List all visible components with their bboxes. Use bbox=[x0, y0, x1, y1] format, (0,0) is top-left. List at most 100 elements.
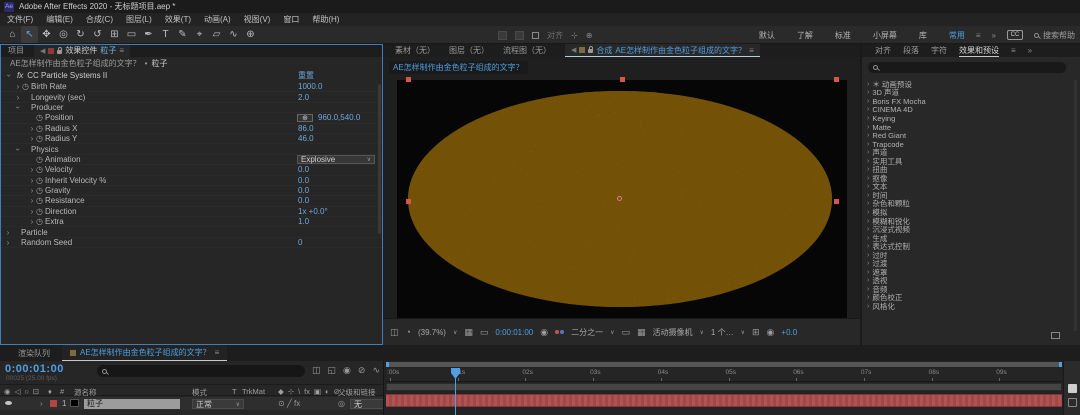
effect-category-row[interactable]: CINEMA 4D bbox=[862, 106, 1072, 115]
lock-icon[interactable]: ⊡ bbox=[33, 387, 39, 396]
blend-mode-dropdown[interactable]: 正常∨ bbox=[192, 399, 244, 409]
expand-chevron-icon[interactable] bbox=[28, 207, 36, 216]
effect-center-point[interactable] bbox=[617, 196, 622, 201]
effect-category-row[interactable]: 实用工具 bbox=[862, 157, 1072, 166]
selection-handle[interactable] bbox=[834, 199, 839, 204]
zoom-tool[interactable]: ◎ bbox=[55, 26, 72, 43]
workspace-tab[interactable]: 小屏幕 bbox=[873, 30, 897, 41]
selection-handle[interactable] bbox=[834, 77, 839, 82]
expand-chevron-icon[interactable] bbox=[28, 165, 36, 174]
expand-icon[interactable] bbox=[867, 243, 869, 250]
expand-chevron-icon[interactable] bbox=[4, 228, 12, 237]
effect-category-row[interactable]: Red Giant bbox=[862, 131, 1072, 140]
panel-menu-icon[interactable]: ≡ bbox=[119, 46, 124, 55]
effect-property-row[interactable]: Inherit Velocity % ⊕ 0.0 bbox=[0, 176, 383, 186]
expand-icon[interactable] bbox=[867, 89, 869, 96]
expand-chevron-icon[interactable] bbox=[28, 217, 36, 226]
property-value[interactable]: 46.0 bbox=[298, 134, 314, 143]
effect-category-row[interactable]: 扭曲 bbox=[862, 165, 1072, 174]
lock-icon[interactable] bbox=[588, 49, 593, 53]
expand-icon[interactable] bbox=[867, 226, 869, 233]
effect-property-row[interactable]: Direction ⊕ 1x +0.0° bbox=[0, 207, 383, 217]
expand-icon[interactable] bbox=[867, 132, 869, 139]
menu-item[interactable]: 合成(C) bbox=[86, 14, 113, 25]
clone-stamp-tool[interactable]: ⌖ bbox=[191, 26, 208, 43]
view-layout-dropdown[interactable]: 1 个… bbox=[711, 327, 734, 338]
expand-icon[interactable] bbox=[867, 166, 869, 173]
hand-tool[interactable]: ✥ bbox=[38, 26, 55, 43]
expand-icon[interactable] bbox=[867, 98, 869, 105]
stopwatch-icon[interactable] bbox=[36, 155, 45, 164]
work-area-bar[interactable] bbox=[386, 383, 1062, 391]
effect-category-row[interactable]: 风格化 bbox=[862, 302, 1072, 311]
tab-back-icon[interactable]: ◀ bbox=[571, 46, 576, 54]
selection-handle[interactable] bbox=[406, 199, 411, 204]
expand-icon[interactable] bbox=[867, 303, 869, 310]
stopwatch-icon[interactable] bbox=[36, 196, 45, 205]
current-timecode[interactable]: 0:00:01:00 bbox=[5, 363, 64, 375]
tab-composition[interactable]: ◀ 合成 AE怎样制作由金色粒子组成的文字？ ≡ bbox=[565, 44, 760, 57]
stopwatch-icon[interactable] bbox=[36, 113, 45, 122]
stopwatch-icon[interactable] bbox=[36, 176, 45, 185]
menu-item[interactable]: 窗口 bbox=[283, 14, 299, 25]
show-channels-icon[interactable] bbox=[555, 330, 564, 334]
stopwatch-icon[interactable] bbox=[36, 217, 45, 226]
workspace-tab[interactable]: 标准 bbox=[835, 30, 851, 41]
property-value[interactable]: 0.0 bbox=[298, 186, 309, 195]
snap-more-icon[interactable]: ⊕ bbox=[586, 31, 593, 40]
pixel-aspect-icon[interactable]: ⊞ bbox=[752, 327, 760, 338]
mask-visibility-icon[interactable]: ▭ bbox=[480, 327, 489, 338]
panel-tab[interactable]: 对齐 bbox=[875, 45, 891, 56]
effect-category-row[interactable]: 过时 bbox=[862, 251, 1072, 260]
effect-category-row[interactable]: 沉浸式视频 bbox=[862, 225, 1072, 234]
effect-category-row[interactable]: 过渡 bbox=[862, 259, 1072, 268]
expand-chevron-icon[interactable] bbox=[28, 196, 36, 205]
workspace-tab[interactable]: 了解 bbox=[797, 30, 813, 41]
expand-chevron-icon[interactable] bbox=[28, 186, 36, 195]
effect-property-row[interactable]: Random Seed ⊕ 0 bbox=[0, 238, 383, 248]
orbit-camera-tool[interactable]: ↺ bbox=[89, 26, 106, 43]
exposure-value[interactable]: +0.0 bbox=[781, 328, 797, 337]
effect-category-row[interactable]: 抠像 bbox=[862, 174, 1072, 183]
layer-name[interactable]: 粒子 bbox=[84, 399, 180, 409]
expand-icon[interactable] bbox=[867, 209, 869, 216]
property-value[interactable]: 0.0 bbox=[298, 196, 309, 205]
expand-icon[interactable] bbox=[867, 175, 869, 182]
reset-effect-link[interactable]: 重置 bbox=[298, 70, 314, 81]
workspace-tab[interactable]: 库 bbox=[919, 30, 927, 41]
grid-guides-icon[interactable]: ▦ bbox=[464, 327, 473, 338]
roto-brush-tool[interactable]: ∿ bbox=[225, 26, 242, 43]
new-animation-preset-icon[interactable] bbox=[1051, 332, 1060, 339]
expand-chevron-icon[interactable] bbox=[14, 82, 22, 91]
effects-search-input[interactable] bbox=[868, 62, 1066, 73]
effect-category-row[interactable]: 表达式控制 bbox=[862, 242, 1072, 251]
expand-icon[interactable] bbox=[867, 235, 869, 242]
graph-editor-icon[interactable]: ∿ bbox=[372, 365, 380, 376]
effect-property-row[interactable]: Resistance ⊕ 0.0 bbox=[0, 196, 383, 206]
snap-options-icon[interactable]: ⊹ bbox=[571, 31, 578, 40]
stopwatch-icon[interactable] bbox=[36, 186, 45, 195]
camera-snapshot-icon[interactable]: ◉ bbox=[540, 327, 548, 338]
expand-icon[interactable] bbox=[867, 269, 869, 276]
effect-category-row[interactable]: 遮罩 bbox=[862, 268, 1072, 277]
layer-duration-bar[interactable] bbox=[386, 394, 1062, 407]
property-value[interactable]: 1.0 bbox=[298, 217, 309, 226]
expand-icon[interactable] bbox=[867, 81, 869, 88]
viewer-tab[interactable]: 图层（无） bbox=[449, 45, 489, 56]
fast-previews-icon[interactable]: ◉ bbox=[767, 327, 775, 338]
tab-timeline-comp[interactable]: AE怎样制作由金色粒子组成的文字？ ≡ bbox=[62, 345, 227, 361]
expand-icon[interactable] bbox=[867, 192, 869, 199]
hide-shy-layers-icon[interactable]: ◉ bbox=[343, 365, 351, 376]
composition-navigator-chip[interactable]: AE怎样制作由金色粒子组成的文字？ bbox=[389, 61, 528, 74]
stopwatch-icon[interactable] bbox=[36, 134, 45, 143]
menu-item[interactable]: 文件(F) bbox=[7, 14, 33, 25]
chevron-down-icon[interactable] bbox=[5, 72, 14, 80]
expand-icon[interactable] bbox=[867, 106, 869, 113]
expand-icon[interactable] bbox=[867, 124, 869, 131]
layer-switches[interactable]: ⊙ ╱ fx bbox=[278, 399, 300, 408]
effect-point-button[interactable]: ⊕ bbox=[297, 114, 313, 122]
viewer-tab[interactable]: 流程图（无） bbox=[503, 45, 551, 56]
camera-view-dropdown[interactable]: 活动摄像机 bbox=[653, 327, 693, 338]
expand-icon[interactable] bbox=[867, 200, 869, 207]
effect-header-row[interactable]: fx CC Particle Systems II 重置 bbox=[0, 69, 383, 82]
